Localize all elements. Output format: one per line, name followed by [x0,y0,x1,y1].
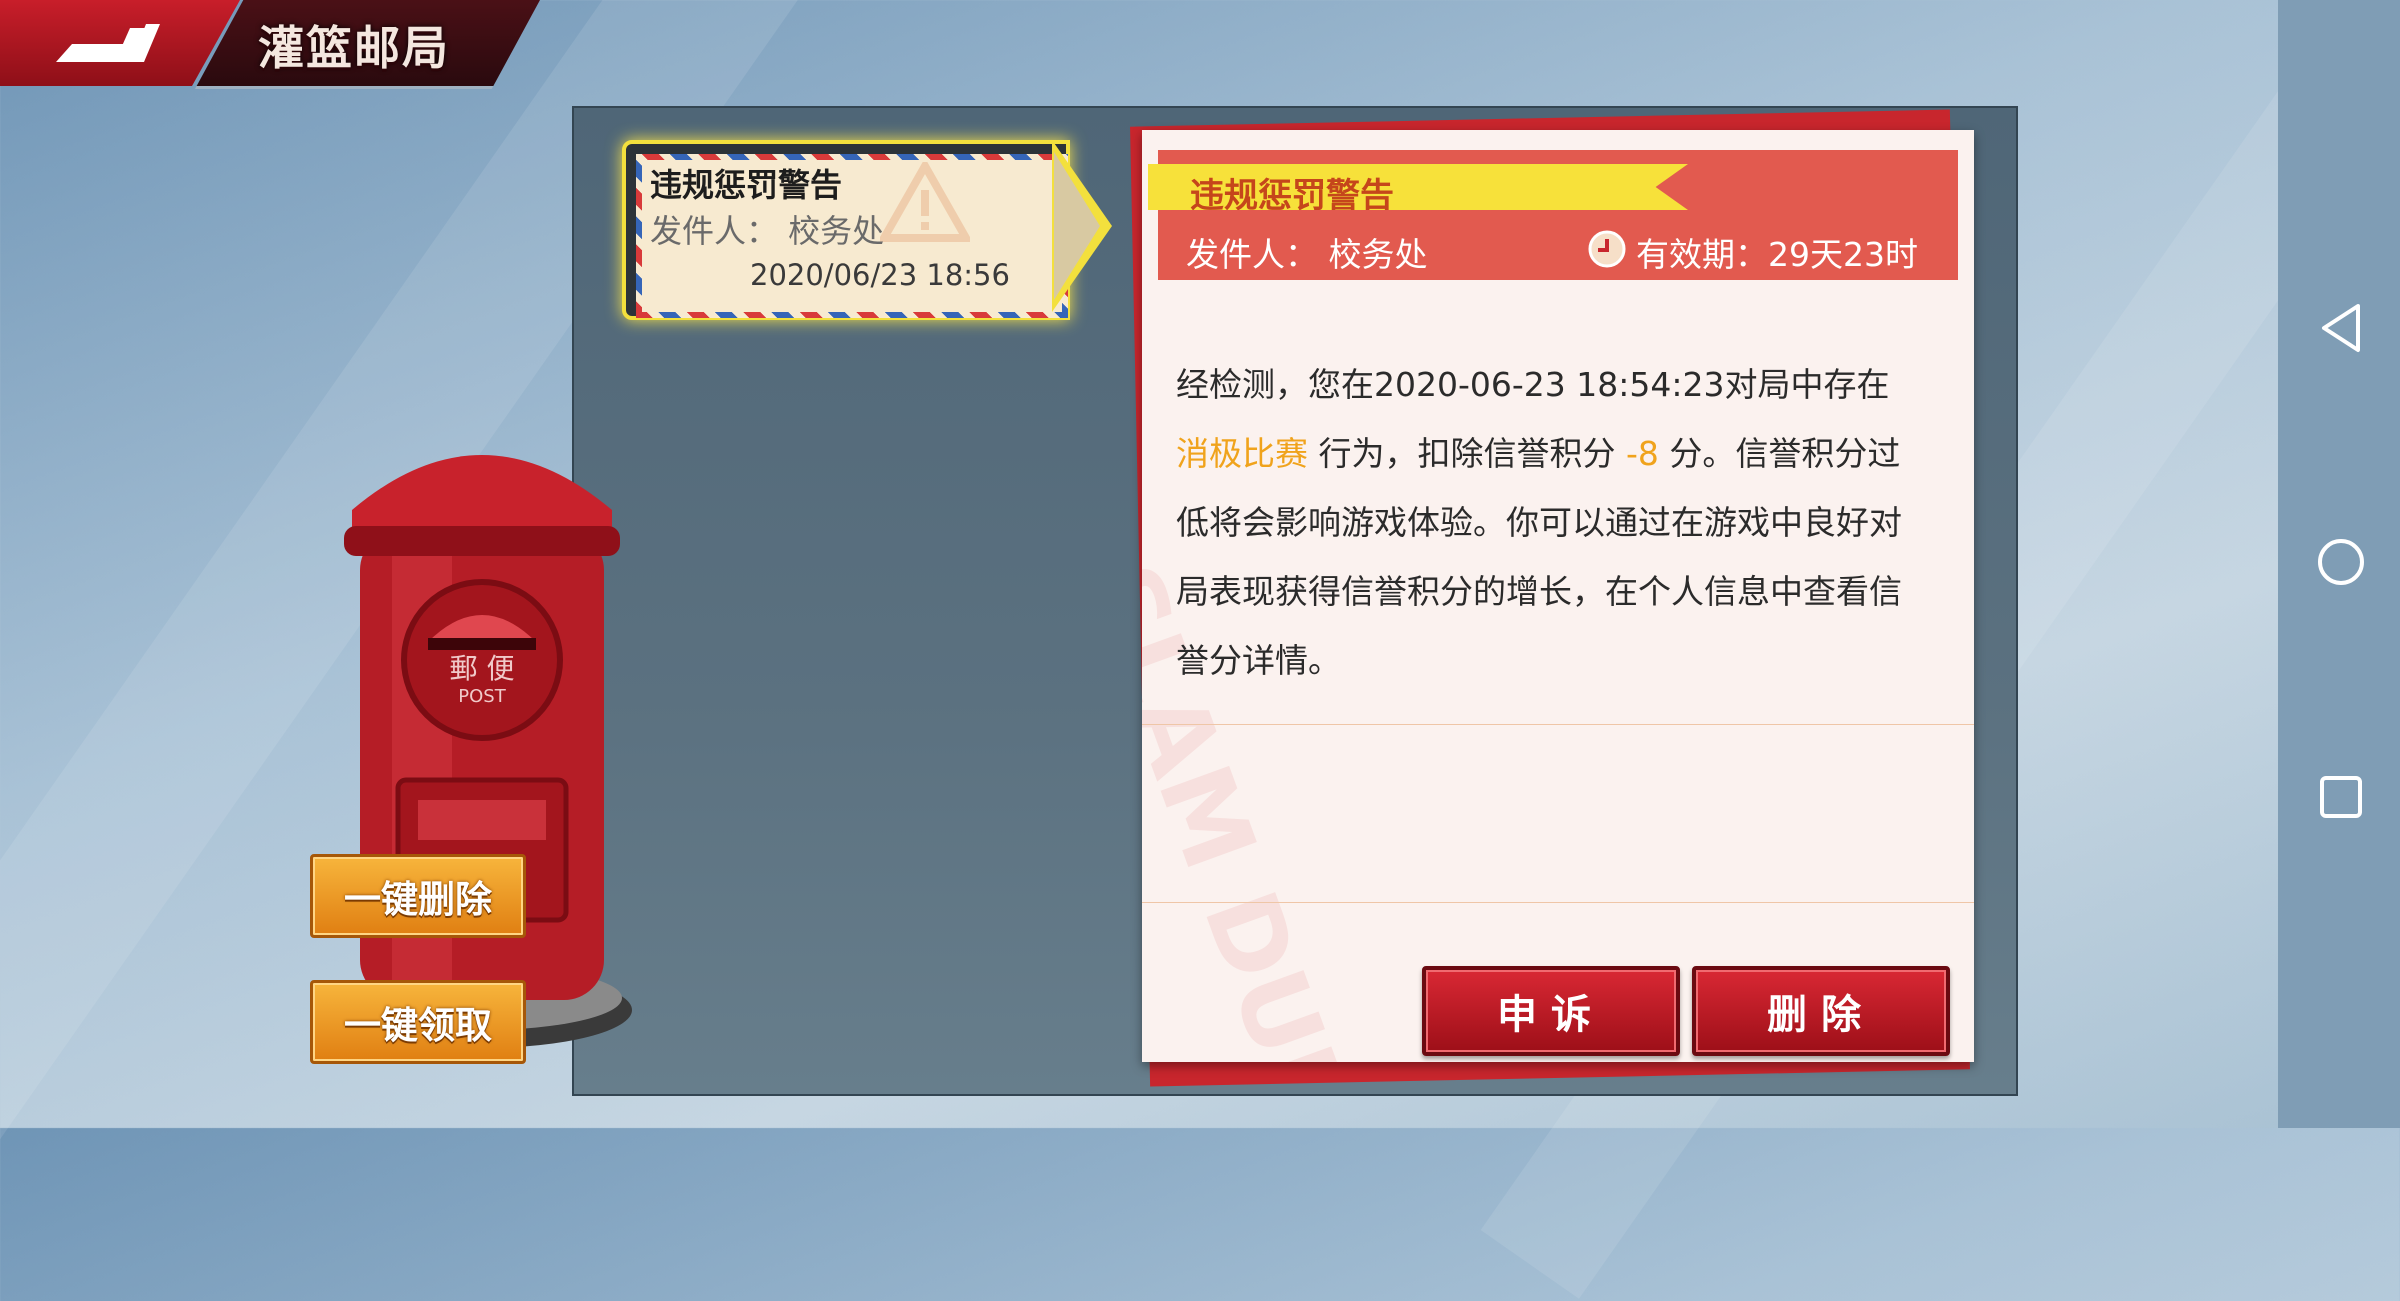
appeal-button[interactable]: 申诉 [1422,966,1680,1056]
attachment-divider-top [1142,724,1974,725]
postbox-plate: 郵 便 [450,652,515,685]
letter-body: 经检测，您在2020-06-23 18:54:23对局中存在消极比赛 行为，扣除… [1176,350,1906,695]
body-highlight-offense: 消极比赛 [1176,434,1308,473]
letter-sender: 发件人： 校务处 [1186,235,1428,274]
body-highlight-points: -8 [1625,434,1659,473]
letter-title-banner: 违规惩罚警告 [1148,164,1688,210]
warning-icon [880,162,970,242]
letter-watermark: SLAM DUNK [1954,210,1974,951]
mail-item-sender: 发件人： 校务处 [650,212,885,250]
letter-detail: SLAM DUNK SLAM DUNK 违规惩罚警告 发件人： 校务处 有效期：… [1142,130,1974,1062]
letter-header: 违规惩罚警告 发件人： 校务处 有效期：29天23时 [1148,150,1958,280]
square-recent-icon[interactable] [2318,774,2364,820]
delete-button[interactable]: 删除 [1692,966,1950,1056]
circle-home-icon[interactable] [2316,537,2366,587]
clock-icon [1588,230,1626,268]
letter-title: 违规惩罚警告 [1190,176,1394,216]
triangle-back-icon[interactable] [2316,300,2366,356]
page-title: 灌篮邮局 [258,21,450,75]
claim-all-button[interactable]: 一键领取 [310,980,526,1064]
postbox-plate-sub: POST [458,686,506,707]
mail-item-title: 违规惩罚警告 [650,166,843,204]
body-text: 行为，扣除信誉积分 [1308,434,1626,473]
mail-list-item[interactable]: 违规惩罚警告 发件人： 校务处 2020/06/23 18:56 [622,140,1112,320]
attachment-divider-bottom [1142,902,1974,903]
delete-all-button[interactable]: 一键删除 [310,854,526,938]
back-arrow-icon[interactable] [48,14,168,70]
body-text: 经检测，您在2020-06-23 18:54:23对局中存在 [1176,365,1890,404]
envelope-flap [1054,152,1100,300]
letter-expiry: 有效期：29天23时 [1636,235,1918,274]
app-header: 灌篮邮局 [0,0,540,89]
mail-item-date: 2020/06/23 18:56 [750,258,1010,292]
